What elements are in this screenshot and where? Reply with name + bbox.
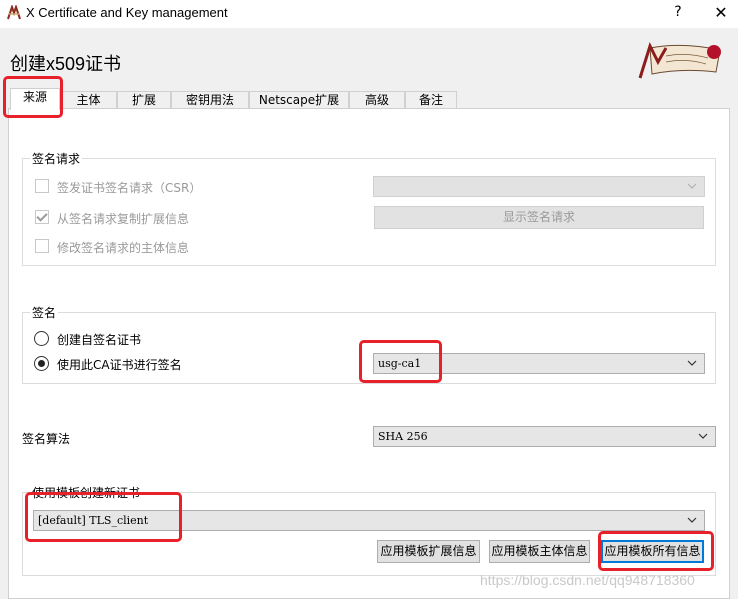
self-signed-radio[interactable] xyxy=(34,331,49,346)
show-request-button[interactable]: 显示签名请求 xyxy=(374,206,704,229)
copy-extensions-label: 从签名请求复制扩展信息 xyxy=(57,212,190,226)
signing-title: 签名 xyxy=(30,304,59,321)
signature-algorithm-select[interactable]: SHA 256 xyxy=(373,426,716,447)
tab-key-usage[interactable]: 密钥用法 xyxy=(171,91,249,109)
help-button[interactable]: ? xyxy=(668,4,688,22)
dialog-heading: 创建x509证书 xyxy=(10,54,122,74)
tab-comment[interactable]: 备注 xyxy=(405,91,457,109)
tab-subject[interactable]: 主体 xyxy=(60,91,117,109)
window-titlebar: X Certificate and Key management ? ✕ xyxy=(0,0,738,28)
signature-algorithm-label: 签名算法 xyxy=(22,432,71,446)
modify-subject-checkbox[interactable] xyxy=(35,239,49,253)
highlight-box-apply-all xyxy=(598,531,714,571)
tab-netscape[interactable]: Netscape扩展 xyxy=(249,91,349,109)
close-button[interactable]: ✕ xyxy=(710,3,732,23)
watermark-text: https://blog.csdn.net/qq948718360 xyxy=(480,572,695,588)
highlight-box-ca-select xyxy=(359,340,442,383)
app-logo-icon xyxy=(7,5,21,20)
highlight-box-template-select xyxy=(25,492,182,542)
use-ca-radio[interactable] xyxy=(34,356,49,371)
apply-template-subject-button[interactable]: 应用模板主体信息 xyxy=(489,540,590,563)
modify-subject-label: 修改签名请求的主体信息 xyxy=(57,241,190,255)
sign-csr-checkbox[interactable] xyxy=(35,179,49,193)
self-signed-label: 创建自签名证书 xyxy=(57,333,142,347)
signing-request-title: 签名请求 xyxy=(30,150,83,167)
chevron-down-icon xyxy=(698,433,708,439)
xca-logo-icon xyxy=(638,42,721,79)
highlight-box-source-tab xyxy=(3,76,63,118)
tab-extensions[interactable]: 扩展 xyxy=(117,91,171,109)
copy-extensions-checkbox[interactable] xyxy=(35,210,49,224)
use-ca-label: 使用此CA证书进行签名 xyxy=(57,358,182,372)
tab-advanced[interactable]: 高级 xyxy=(349,91,405,109)
chevron-down-icon xyxy=(687,517,697,523)
chevron-down-icon xyxy=(687,183,697,189)
chevron-down-icon xyxy=(687,360,697,366)
window-title: X Certificate and Key management xyxy=(26,5,228,20)
apply-template-extensions-button[interactable]: 应用模板扩展信息 xyxy=(377,540,480,563)
sign-csr-label: 签发证书签名请求（CSR） xyxy=(57,181,202,195)
signature-algorithm-value: SHA 256 xyxy=(378,430,428,443)
csr-select[interactable] xyxy=(373,176,705,197)
